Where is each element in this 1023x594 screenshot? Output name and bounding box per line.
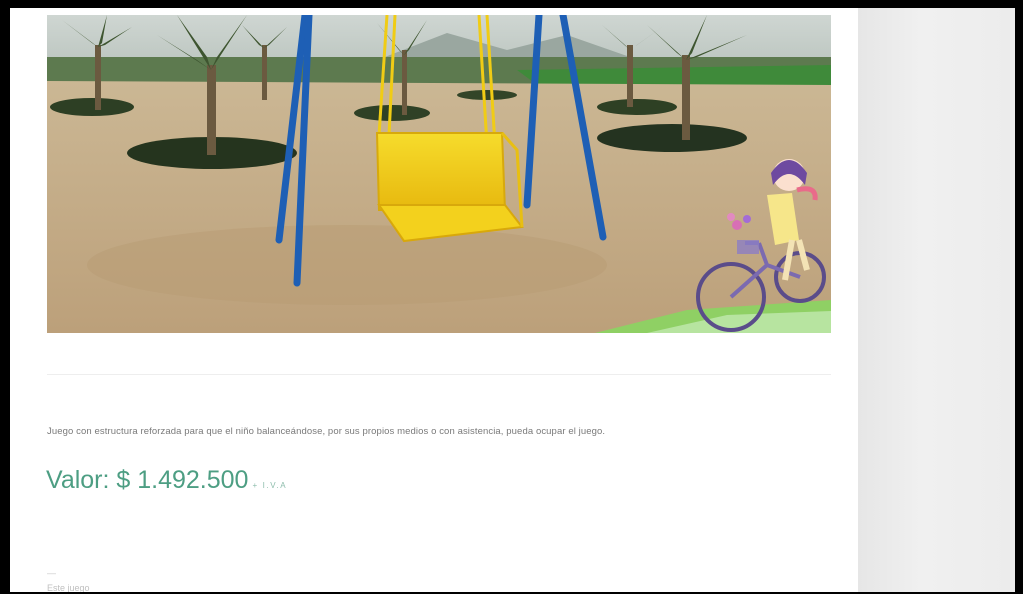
sidebar-background [858,8,1015,592]
browser-viewport: Juego con estructura reforzada para que … [10,8,1015,592]
product-price: Valor: $ 1.492.500 + I.V.A [46,466,287,495]
product-content: Juego con estructura reforzada para que … [10,8,858,592]
price-tax-suffix: + I.V.A [252,481,288,490]
product-image [47,15,831,333]
price-value: Valor: $ 1.492.500 [46,466,249,494]
footer-text: Este juego [47,583,90,592]
product-description: Juego con estructura reforzada para que … [47,425,606,437]
separator-dash: — [47,568,56,578]
content-divider [47,374,831,375]
